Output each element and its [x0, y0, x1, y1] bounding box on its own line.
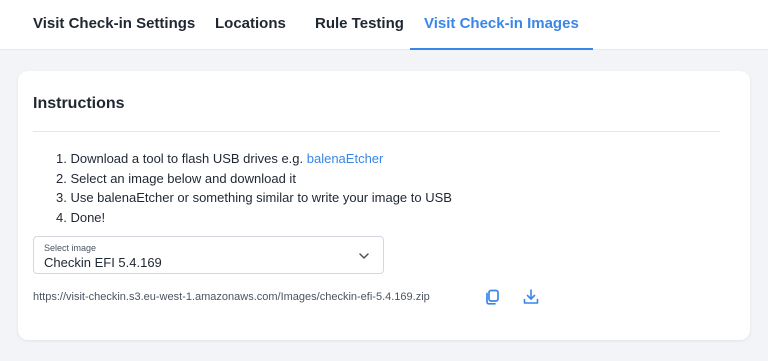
instruction-step-4: 4. Done!	[56, 209, 106, 225]
instruction-list: 1. Download a tool to flash USB drives e…	[56, 149, 616, 227]
active-tab-indicator	[410, 48, 593, 50]
copy-icon[interactable]	[483, 288, 501, 306]
select-value: Checkin EFI 5.4.169	[44, 255, 162, 270]
image-select[interactable]: Select image Checkin EFI 5.4.169	[33, 236, 384, 274]
instruction-step-3: 3. Use balenaEtcher or something similar…	[56, 190, 452, 205]
tab-label: Visit Check-in Images	[424, 15, 579, 32]
tab-bar: Visit Check-in Settings Locations Rule T…	[0, 0, 768, 50]
tab-label: Locations	[215, 15, 286, 32]
download-icon[interactable]	[522, 288, 540, 306]
step-text: 1. Download a tool to flash USB drives e…	[56, 151, 307, 166]
card-title: Instructions	[33, 95, 125, 112]
tab-label: Rule Testing	[315, 15, 404, 32]
tab-locations[interactable]: Locations	[215, 0, 286, 50]
balenaetcher-link[interactable]: balenaEtcher	[307, 151, 384, 166]
instructions-card: Instructions 1. Download a tool to flash…	[18, 71, 750, 340]
image-url: https://visit-checkin.s3.eu-west-1.amazo…	[33, 291, 430, 303]
instruction-step-1: 1. Download a tool to flash USB drives e…	[56, 149, 616, 169]
instruction-step-2: 2. Select an image below and download it	[56, 170, 296, 186]
divider	[33, 131, 720, 132]
tab-visit-checkin-settings[interactable]: Visit Check-in Settings	[33, 0, 195, 50]
tab-visit-checkin-images[interactable]: Visit Check-in Images	[410, 0, 593, 50]
select-label: Select image	[44, 243, 97, 253]
tab-label: Visit Check-in Settings	[33, 15, 196, 32]
tab-rule-testing[interactable]: Rule Testing	[315, 0, 404, 50]
chevron-down-icon	[359, 253, 369, 259]
